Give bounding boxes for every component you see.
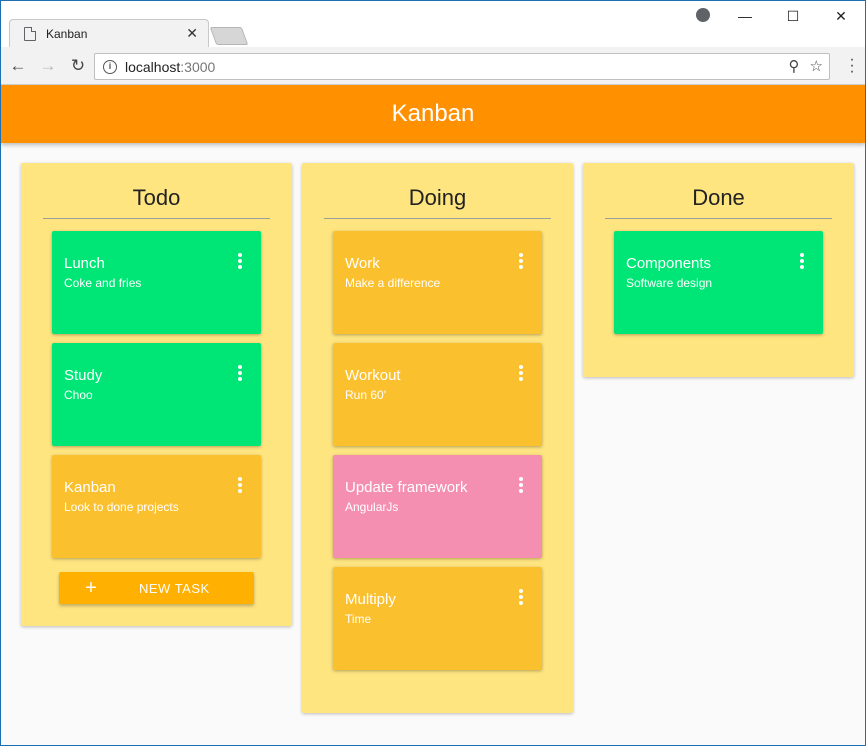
column-done: Done Components Software design (583, 163, 854, 377)
more-vert-icon[interactable] (799, 253, 805, 269)
more-vert-icon[interactable] (237, 253, 243, 269)
zoom-icon[interactable]: ⚲ (789, 57, 800, 75)
card-title: Lunch (64, 255, 105, 272)
card-title: Work (345, 255, 380, 272)
column-doing: Doing Work Make a difference Workout Run… (302, 163, 573, 713)
card-description: Choo (64, 388, 93, 402)
bookmark-star-icon[interactable]: ☆ (810, 57, 823, 75)
reload-icon[interactable]: ↻ (65, 56, 91, 76)
column-todo: Todo Lunch Coke and fries Study Choo Kan… (21, 163, 292, 626)
profile-icon[interactable] (696, 8, 710, 22)
minimize-button[interactable]: — (721, 8, 769, 24)
window-controls: — ☐ ✕ (721, 1, 865, 31)
url-host: localhost (125, 58, 181, 75)
more-vert-icon[interactable] (518, 253, 524, 269)
plus-icon: + (85, 576, 97, 599)
new-task-label: NEW TASK (139, 580, 210, 596)
card-title: Update framework (345, 479, 468, 496)
close-window-button[interactable]: ✕ (817, 8, 865, 25)
task-card[interactable]: Kanban Look to done projects (52, 455, 261, 558)
card-list: Work Make a difference Workout Run 60' U… (302, 219, 573, 670)
card-description: Run 60' (345, 388, 386, 402)
more-vert-icon[interactable] (237, 365, 243, 381)
more-vert-icon[interactable] (518, 589, 524, 605)
card-description: AngularJs (345, 500, 399, 514)
card-title: Components (626, 255, 712, 272)
card-list: Lunch Coke and fries Study Choo Kanban L… (21, 219, 292, 558)
more-vert-icon[interactable] (518, 477, 524, 493)
more-vert-icon[interactable] (237, 477, 243, 493)
browser-window: Kanban ✕ — ☐ ✕ ← → ↻ i localhost :3000 ⚲… (0, 0, 866, 746)
column-title: Done (605, 163, 832, 219)
app-title: Kanban (391, 100, 475, 127)
kanban-app: Kanban Todo Lunch Coke and fries Study C… (1, 85, 865, 745)
address-bar[interactable]: i localhost :3000 ⚲ ☆ (94, 53, 830, 80)
column-title: Todo (43, 163, 270, 219)
card-description: Time (345, 612, 372, 626)
url-port: :3000 (180, 58, 216, 75)
card-description: Look to done projects (64, 500, 179, 514)
card-description: Software design (626, 276, 713, 290)
new-task-button[interactable]: + NEW TASK (59, 572, 254, 604)
card-title: Multiply (345, 591, 396, 608)
task-card[interactable]: Components Software design (614, 231, 823, 334)
back-arrow-icon[interactable]: ← (5, 56, 31, 76)
task-card[interactable]: Lunch Coke and fries (52, 231, 261, 334)
page-favicon-icon (24, 26, 36, 41)
browser-tab[interactable]: Kanban ✕ (9, 19, 209, 47)
task-card[interactable]: Multiply Time (333, 567, 542, 670)
card-description: Coke and fries (64, 276, 142, 290)
omnibox-actions: ⚲ ☆ (789, 57, 823, 75)
task-card[interactable]: Workout Run 60' (333, 343, 542, 446)
site-info-icon[interactable]: i (103, 59, 117, 74)
tab-close-icon[interactable]: ✕ (186, 25, 198, 42)
tab-strip: Kanban ✕ — ☐ ✕ (1, 1, 865, 47)
app-bar: Kanban (1, 85, 865, 143)
task-card[interactable]: Study Choo (52, 343, 261, 446)
card-description: Make a difference (345, 276, 441, 290)
browser-menu-icon[interactable]: · · · (847, 52, 857, 80)
maximize-button[interactable]: ☐ (769, 8, 817, 25)
tab-title: Kanban (46, 26, 88, 41)
card-title: Workout (345, 367, 401, 384)
card-list: Components Software design (583, 219, 854, 334)
column-title: Doing (324, 163, 551, 219)
card-title: Kanban (64, 479, 116, 496)
more-vert-icon[interactable] (518, 365, 524, 381)
task-card[interactable]: Work Make a difference (333, 231, 542, 334)
browser-toolbar: ← → ↻ i localhost :3000 ⚲ ☆ · · · (1, 47, 865, 85)
new-tab-button[interactable] (209, 27, 249, 45)
forward-arrow-icon[interactable]: → (35, 56, 61, 76)
task-card[interactable]: Update framework AngularJs (333, 455, 542, 558)
card-title: Study (64, 367, 103, 384)
